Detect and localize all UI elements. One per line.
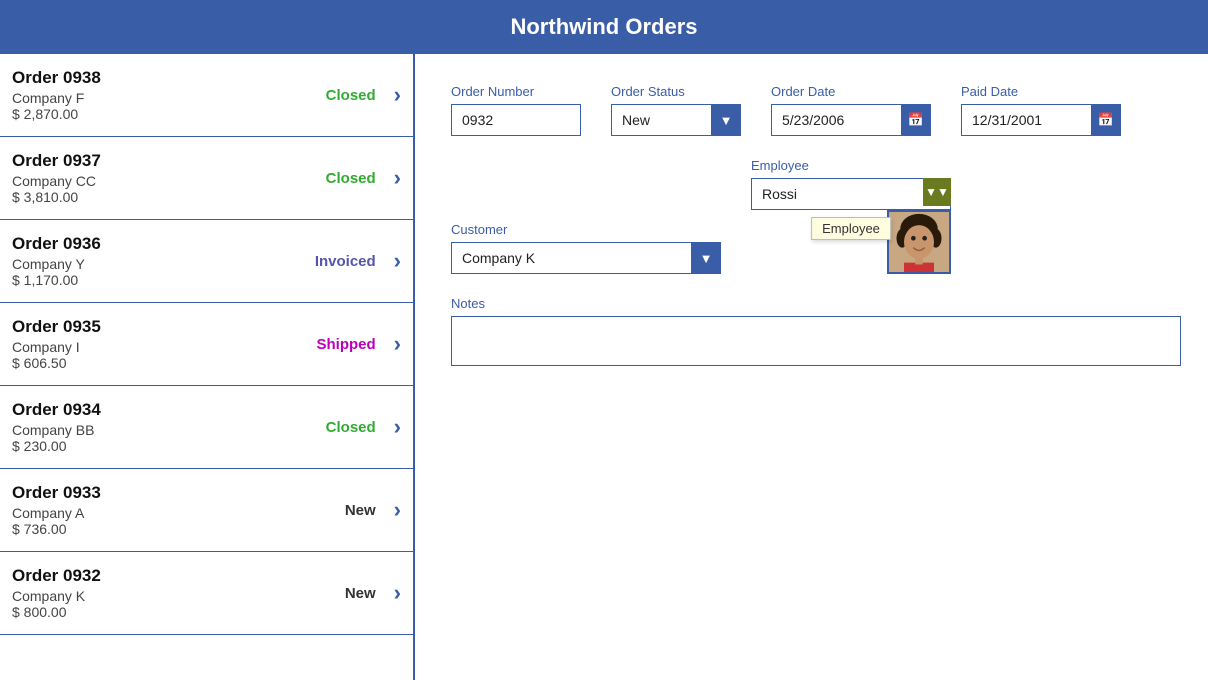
app-title: Northwind Orders bbox=[510, 14, 697, 39]
order-date-label: Order Date bbox=[771, 84, 931, 99]
paid-date-wrapper: 📅 bbox=[961, 104, 1121, 136]
list-item-order-0935[interactable]: Order 0935 Company I $ 606.50 Shipped › bbox=[0, 303, 413, 386]
form-row-1: Order Number Order Status New Shipped In… bbox=[451, 84, 1181, 136]
order-chevron-icon: › bbox=[394, 82, 401, 108]
order-info: Order 0938 Company F $ 2,870.00 bbox=[12, 68, 286, 122]
order-chevron-icon: › bbox=[394, 580, 401, 606]
order-right: Closed bbox=[286, 170, 384, 187]
order-status: Closed bbox=[286, 87, 376, 104]
order-chevron-icon: › bbox=[394, 331, 401, 357]
main-area: Order 0938 Company F $ 2,870.00 Closed ›… bbox=[0, 54, 1208, 680]
notes-label: Notes bbox=[451, 296, 1181, 311]
order-status: Closed bbox=[286, 170, 376, 187]
order-amount: $ 2,870.00 bbox=[12, 106, 286, 122]
order-info: Order 0935 Company I $ 606.50 bbox=[12, 317, 286, 371]
list-item-order-0936[interactable]: Order 0936 Company Y $ 1,170.00 Invoiced… bbox=[0, 220, 413, 303]
employee-select-wrapper: ▼ Employee bbox=[751, 178, 951, 210]
order-number: Order 0932 bbox=[12, 566, 286, 586]
order-date-calendar-icon[interactable]: 📅 bbox=[901, 104, 931, 136]
order-detail-panel: Order Number Order Status New Shipped In… bbox=[415, 54, 1208, 680]
paid-date-group: Paid Date 📅 bbox=[961, 84, 1121, 136]
order-number: Order 0934 bbox=[12, 400, 286, 420]
order-status: Shipped bbox=[286, 336, 376, 353]
order-right: New bbox=[286, 502, 384, 519]
order-right: Invoiced bbox=[286, 253, 384, 270]
order-status-group: Order Status New Shipped Invoiced Closed… bbox=[611, 84, 741, 136]
list-item-order-0934[interactable]: Order 0934 Company BB $ 230.00 Closed › bbox=[0, 386, 413, 469]
employee-photo bbox=[887, 210, 951, 274]
orders-list: Order 0938 Company F $ 2,870.00 Closed ›… bbox=[0, 54, 415, 680]
order-number: Order 0937 bbox=[12, 151, 286, 171]
order-company: Company A bbox=[12, 505, 286, 521]
order-chevron-icon: › bbox=[394, 414, 401, 440]
app-header: Northwind Orders bbox=[0, 0, 1208, 54]
order-amount: $ 736.00 bbox=[12, 521, 286, 537]
order-company: Company F bbox=[12, 90, 286, 106]
order-number-group: Order Number bbox=[451, 84, 581, 136]
order-company: Company BB bbox=[12, 422, 286, 438]
order-amount: $ 1,170.00 bbox=[12, 272, 286, 288]
paid-date-label: Paid Date bbox=[961, 84, 1121, 99]
order-company: Company K bbox=[12, 588, 286, 604]
order-chevron-icon: › bbox=[394, 248, 401, 274]
order-status-select[interactable]: New Shipped Invoiced Closed bbox=[611, 104, 741, 136]
notes-group: Notes bbox=[451, 296, 1181, 366]
order-info: Order 0933 Company A $ 736.00 bbox=[12, 483, 286, 537]
customer-select[interactable]: Company K Company A Company B Company F … bbox=[451, 242, 721, 274]
order-company: Company Y bbox=[12, 256, 286, 272]
order-right: Closed bbox=[286, 419, 384, 436]
notes-input[interactable] bbox=[451, 316, 1181, 366]
order-right: New bbox=[286, 585, 384, 602]
order-info: Order 0934 Company BB $ 230.00 bbox=[12, 400, 286, 454]
order-number-label: Order Number bbox=[451, 84, 581, 99]
order-right: Closed bbox=[286, 87, 384, 104]
order-status-select-wrapper: New Shipped Invoiced Closed ▼ bbox=[611, 104, 741, 136]
order-company: Company I bbox=[12, 339, 286, 355]
order-number: Order 0938 bbox=[12, 68, 286, 88]
order-right: Shipped bbox=[286, 336, 384, 353]
list-item-order-0937[interactable]: Order 0937 Company CC $ 3,810.00 Closed … bbox=[0, 137, 413, 220]
order-number: Order 0933 bbox=[12, 483, 286, 503]
app-container: Northwind Orders Order 0938 Company F $ … bbox=[0, 0, 1208, 680]
employee-label: Employee bbox=[751, 158, 951, 173]
paid-date-calendar-icon[interactable]: 📅 bbox=[1091, 104, 1121, 136]
order-amount: $ 230.00 bbox=[12, 438, 286, 454]
order-info: Order 0932 Company K $ 800.00 bbox=[12, 566, 286, 620]
employee-group: Employee ▼ Employee bbox=[751, 158, 951, 274]
form-row-2: Customer Company K Company A Company B C… bbox=[451, 158, 1181, 274]
order-date-wrapper: 📅 bbox=[771, 104, 931, 136]
order-status: Closed bbox=[286, 419, 376, 436]
order-status-label: Order Status bbox=[611, 84, 741, 99]
order-number: Order 0936 bbox=[12, 234, 286, 254]
order-chevron-icon: › bbox=[394, 497, 401, 523]
list-item-order-0938[interactable]: Order 0938 Company F $ 2,870.00 Closed › bbox=[0, 54, 413, 137]
order-number-input[interactable] bbox=[451, 104, 581, 136]
order-status: New bbox=[286, 502, 376, 519]
employee-photo-svg bbox=[889, 212, 949, 272]
order-info: Order 0937 Company CC $ 3,810.00 bbox=[12, 151, 286, 205]
order-info: Order 0936 Company Y $ 1,170.00 bbox=[12, 234, 286, 288]
order-company: Company CC bbox=[12, 173, 286, 189]
employee-tooltip: Employee bbox=[811, 217, 891, 240]
customer-select-wrapper: Company K Company A Company B Company F … bbox=[451, 242, 721, 274]
order-amount: $ 3,810.00 bbox=[12, 189, 286, 205]
order-status: Invoiced bbox=[286, 253, 376, 270]
list-item-order-0932[interactable]: Order 0932 Company K $ 800.00 New › bbox=[0, 552, 413, 635]
employee-input-wrapper: ▼ bbox=[751, 178, 951, 210]
employee-dropdown-button[interactable]: ▼ bbox=[923, 178, 951, 206]
order-status: New bbox=[286, 585, 376, 602]
order-amount: $ 606.50 bbox=[12, 355, 286, 371]
customer-group: Customer Company K Company A Company B C… bbox=[451, 222, 721, 274]
order-chevron-icon: › bbox=[394, 165, 401, 191]
customer-label: Customer bbox=[451, 222, 721, 237]
order-number: Order 0935 bbox=[12, 317, 286, 337]
employee-input[interactable] bbox=[751, 178, 951, 210]
order-amount: $ 800.00 bbox=[12, 604, 286, 620]
order-date-group: Order Date 📅 bbox=[771, 84, 931, 136]
list-item-order-0933[interactable]: Order 0933 Company A $ 736.00 New › bbox=[0, 469, 413, 552]
